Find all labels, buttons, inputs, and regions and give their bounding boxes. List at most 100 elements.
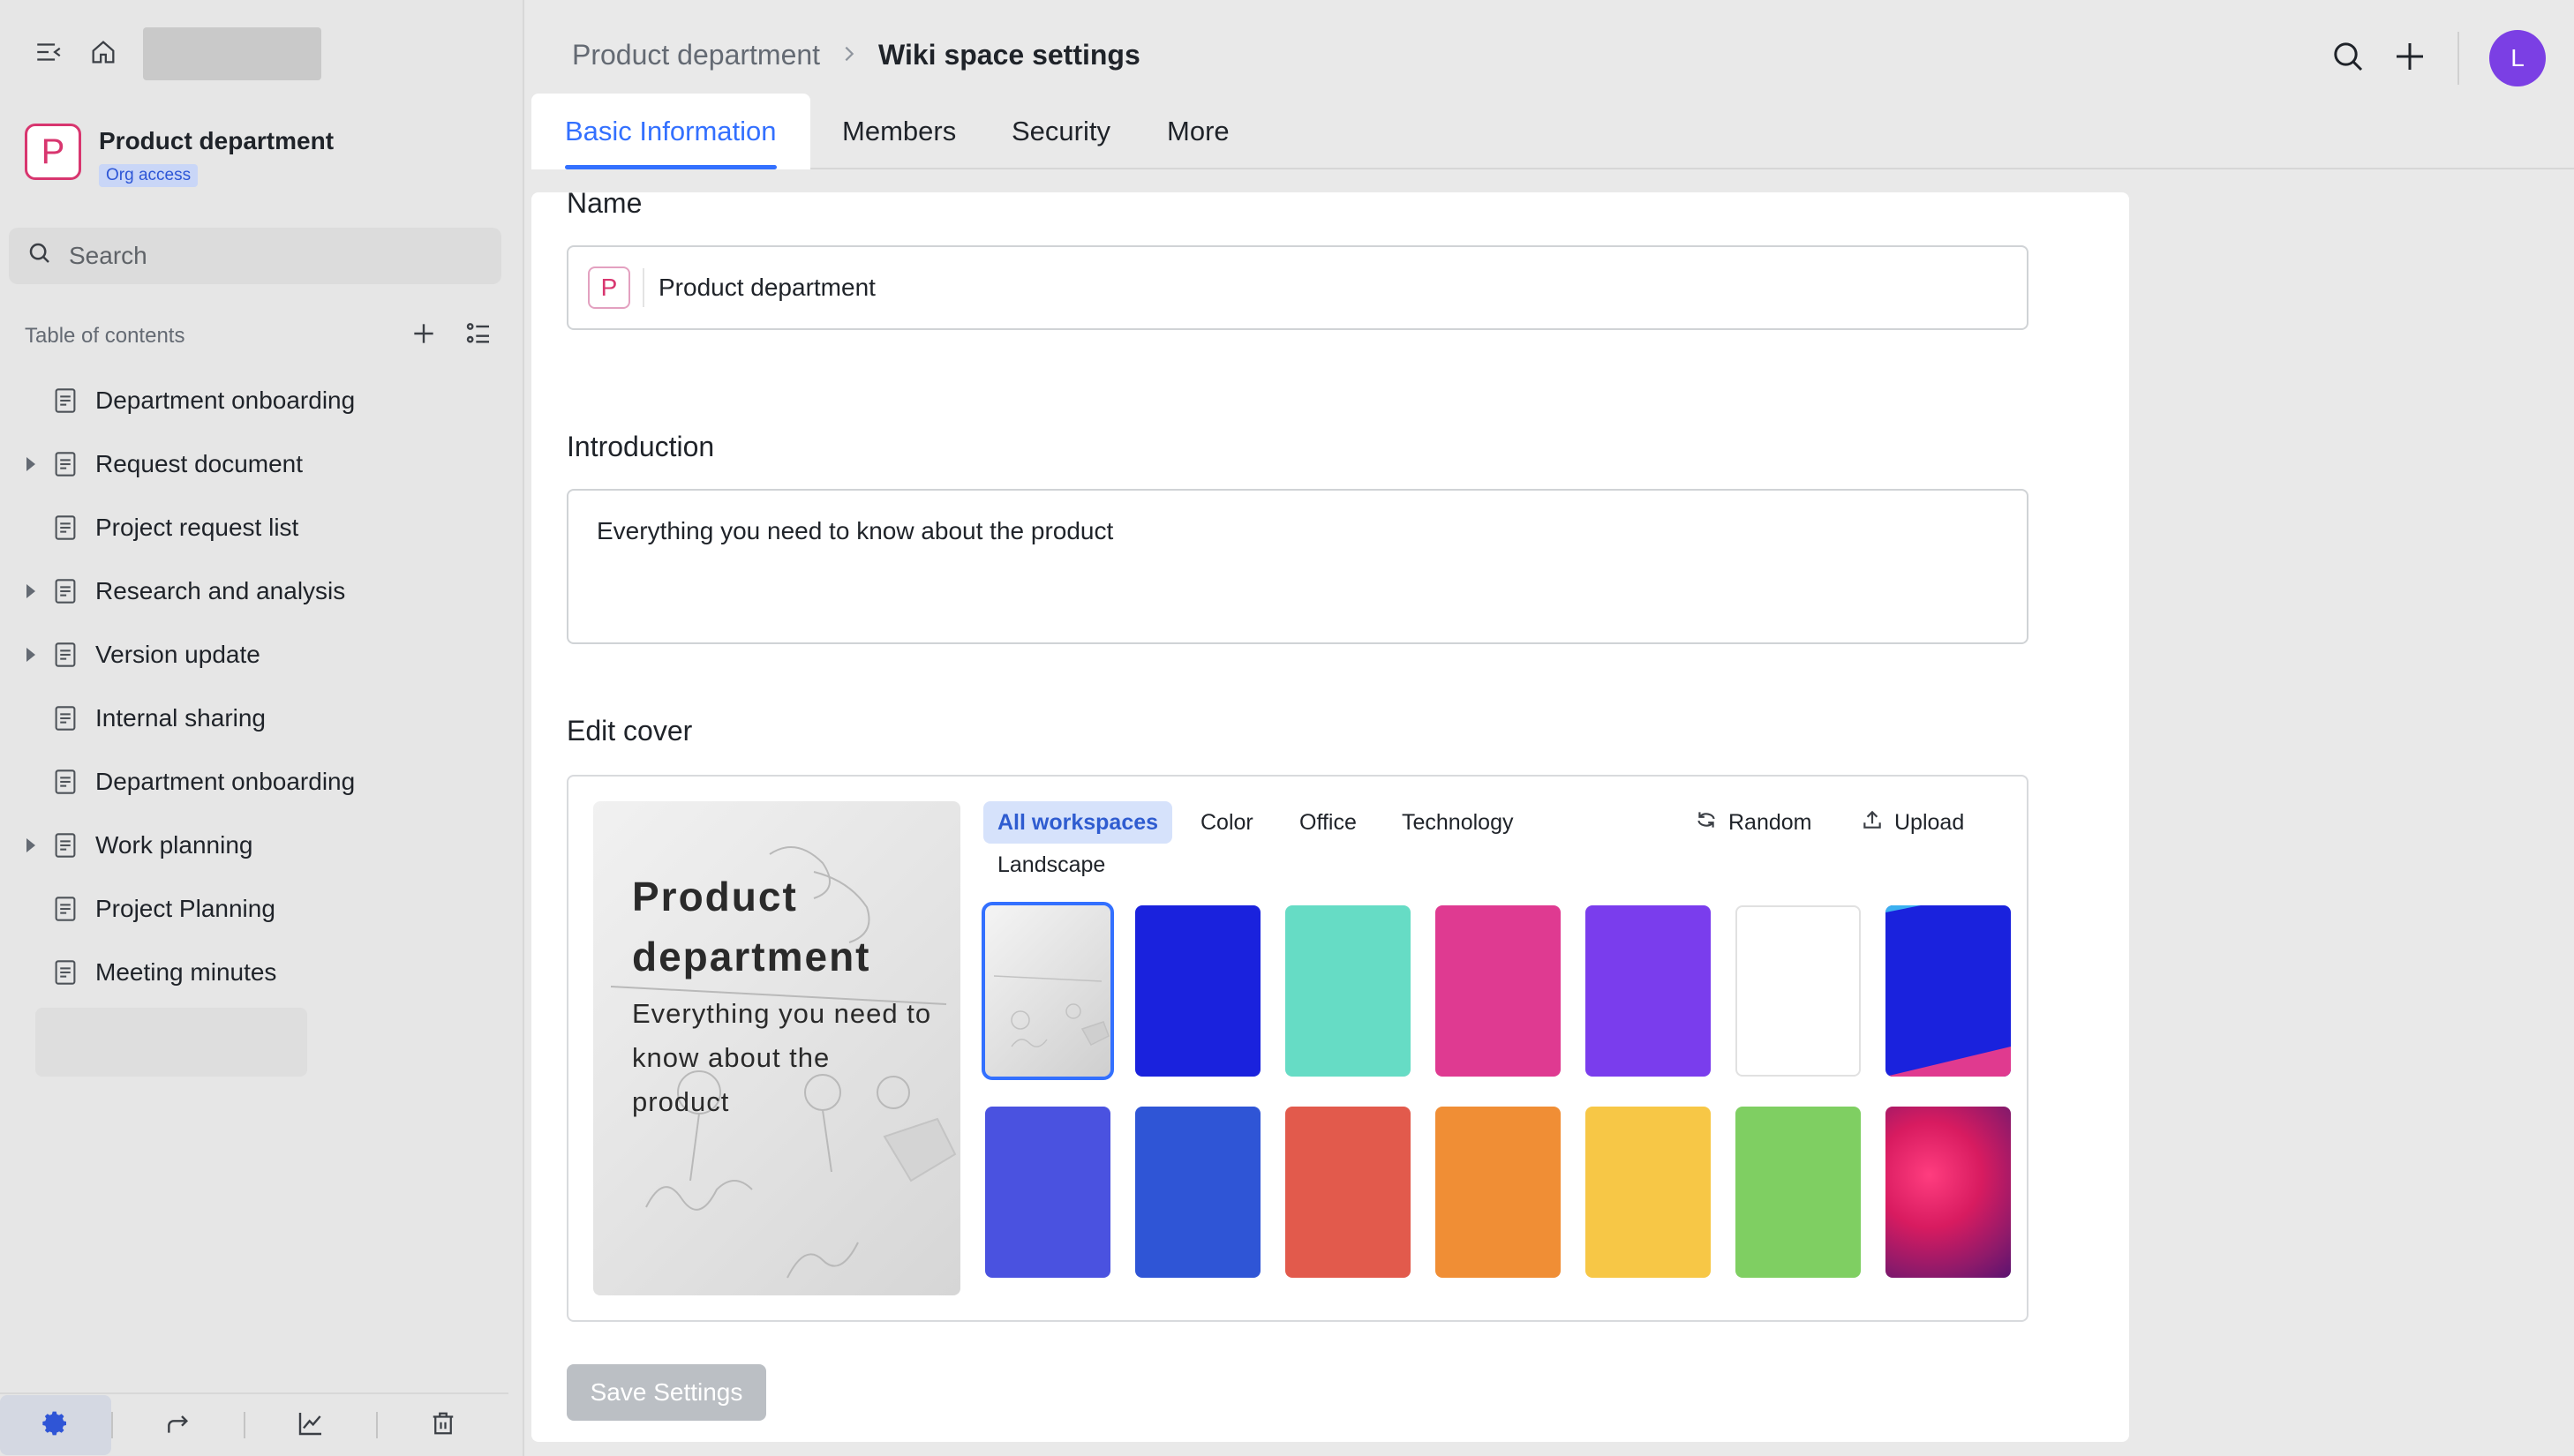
refresh-icon [1695,808,1718,837]
toc-item[interactable]: Research and analysis [0,559,521,623]
breadcrumb-space-link[interactable]: Product department [572,39,820,71]
toc-item[interactable]: Work planning [0,814,521,877]
introduction-label: Introduction [567,431,715,462]
share-button[interactable] [113,1395,244,1455]
settings-card: Name P Product department Introduction E… [531,187,2129,1442]
toc-item[interactable]: Request document [0,432,521,496]
name-field[interactable]: P Product department [567,245,2028,330]
cover-preview: Product department Everything you need t… [593,801,960,1295]
document-icon [53,514,78,541]
document-icon [53,451,78,477]
cover-editor: Product department Everything you need t… [567,775,2028,1322]
top-actions: L [2330,30,2546,86]
cover-swatch-purple[interactable] [1585,905,1711,1077]
cover-swatch-blue-split[interactable] [1885,905,2011,1077]
toc-item-label: Project request list [95,514,299,541]
sidebar-bottom-toolbar [0,1392,508,1456]
document-icon [53,832,78,859]
toc-item[interactable]: Project Planning [0,877,521,941]
cover-swatch-white[interactable] [1735,905,1861,1077]
cover-swatch-yellow[interactable] [1585,1107,1711,1278]
create-icon[interactable] [2392,39,2427,79]
toc-options-icon[interactable] [464,319,493,352]
toc-item-label: Department onboarding [95,387,356,414]
toc-item[interactable]: Department onboarding [0,369,521,432]
category-color[interactable]: Color [1200,801,1253,844]
settings-tabs: Basic Information Members Security More [531,94,2574,169]
cover-swatch-royal-blue[interactable] [1135,1107,1261,1278]
analytics-icon [297,1409,325,1442]
cover-swatch-whiteboard[interactable] [982,902,1114,1080]
toc-item-label: Research and analysis [95,577,346,604]
toc-item-label: Internal sharing [95,704,267,732]
edit-cover-label: Edit cover [567,715,693,747]
toc-item-label: Work planning [95,831,253,859]
space-header[interactable]: P Product department Org access [25,124,334,187]
name-value: Product department [659,274,876,301]
document-icon [53,705,78,732]
expand-caret-icon[interactable] [26,838,35,852]
home-icon[interactable] [88,37,118,71]
upload-button[interactable]: Upload [1861,801,1964,844]
tab-basic-information[interactable]: Basic Information [531,94,810,169]
toc-item[interactable]: Internal sharing [0,687,521,750]
category-all-workspaces[interactable]: All workspaces [983,801,1173,844]
cover-swatch-indigo[interactable] [985,1107,1110,1278]
trash-icon [430,1410,456,1441]
space-icon-picker[interactable]: P [588,266,630,309]
tab-security[interactable]: Security [1012,94,1110,169]
toc-item-label: Request document [95,450,304,477]
expand-caret-icon[interactable] [26,648,35,662]
toc-item[interactable]: Project request list [0,496,521,559]
sidebar: P Product department Org access Search T… [0,0,524,1456]
save-settings-button[interactable]: Save Settings [567,1364,766,1421]
expand-caret-icon[interactable] [26,457,35,471]
document-icon [53,642,78,668]
introduction-field[interactable]: Everything you need to know about the pr… [567,489,2028,644]
blurred-workspace-name [143,27,321,80]
document-icon [53,769,78,795]
breadcrumb: Product department Wiki space settings [572,39,1140,71]
cover-swatch-blue[interactable] [1135,905,1261,1077]
global-search-icon[interactable] [2330,39,2366,79]
settings-button[interactable] [0,1395,112,1455]
toc-item[interactable]: Department onboarding [0,750,521,814]
add-page-icon[interactable] [410,319,438,352]
cover-swatch-orange[interactable] [1435,1107,1561,1278]
toc-item-label: Version update [95,641,260,668]
category-technology[interactable]: Technology [1402,801,1513,844]
category-landscape[interactable]: Landscape [997,852,1105,878]
user-avatar[interactable]: L [2489,30,2546,86]
random-label: Random [1728,809,1812,835]
category-office[interactable]: Office [1299,801,1357,844]
upload-label: Upload [1894,809,1965,835]
chevron-right-icon [839,41,859,71]
expand-caret-icon[interactable] [26,584,35,598]
trash-button[interactable] [378,1395,508,1455]
sidebar-search[interactable]: Search [9,228,501,284]
cover-preview-title: Product department [632,874,871,979]
toc-label: Table of contents [25,323,185,348]
cover-swatch-flower[interactable] [1885,1107,2011,1278]
toc-item-label: Meeting minutes [95,958,277,986]
tab-more[interactable]: More [1167,94,1230,169]
cover-swatch-pink[interactable] [1435,905,1561,1077]
sidebar-top-bar [34,26,321,81]
collapse-sidebar-icon[interactable] [34,37,64,71]
upload-icon [1861,808,1884,837]
toc-item-label: Project Planning [95,895,275,922]
toc-item[interactable]: Meeting minutes [0,941,521,1004]
random-button[interactable]: Random [1695,801,1812,844]
cover-swatch-green[interactable] [1735,1107,1861,1278]
breadcrumb-current: Wiki space settings [878,39,1140,71]
cover-swatch-red[interactable] [1285,1107,1411,1278]
document-icon [53,959,78,986]
cover-swatch-mint[interactable] [1285,905,1411,1077]
document-icon [53,578,78,604]
document-icon [53,387,78,414]
tab-members[interactable]: Members [842,94,956,169]
space-name: Product department [99,127,335,154]
toc-item[interactable]: Version update [0,623,521,687]
analytics-button[interactable] [245,1395,376,1455]
search-placeholder: Search [69,242,147,269]
